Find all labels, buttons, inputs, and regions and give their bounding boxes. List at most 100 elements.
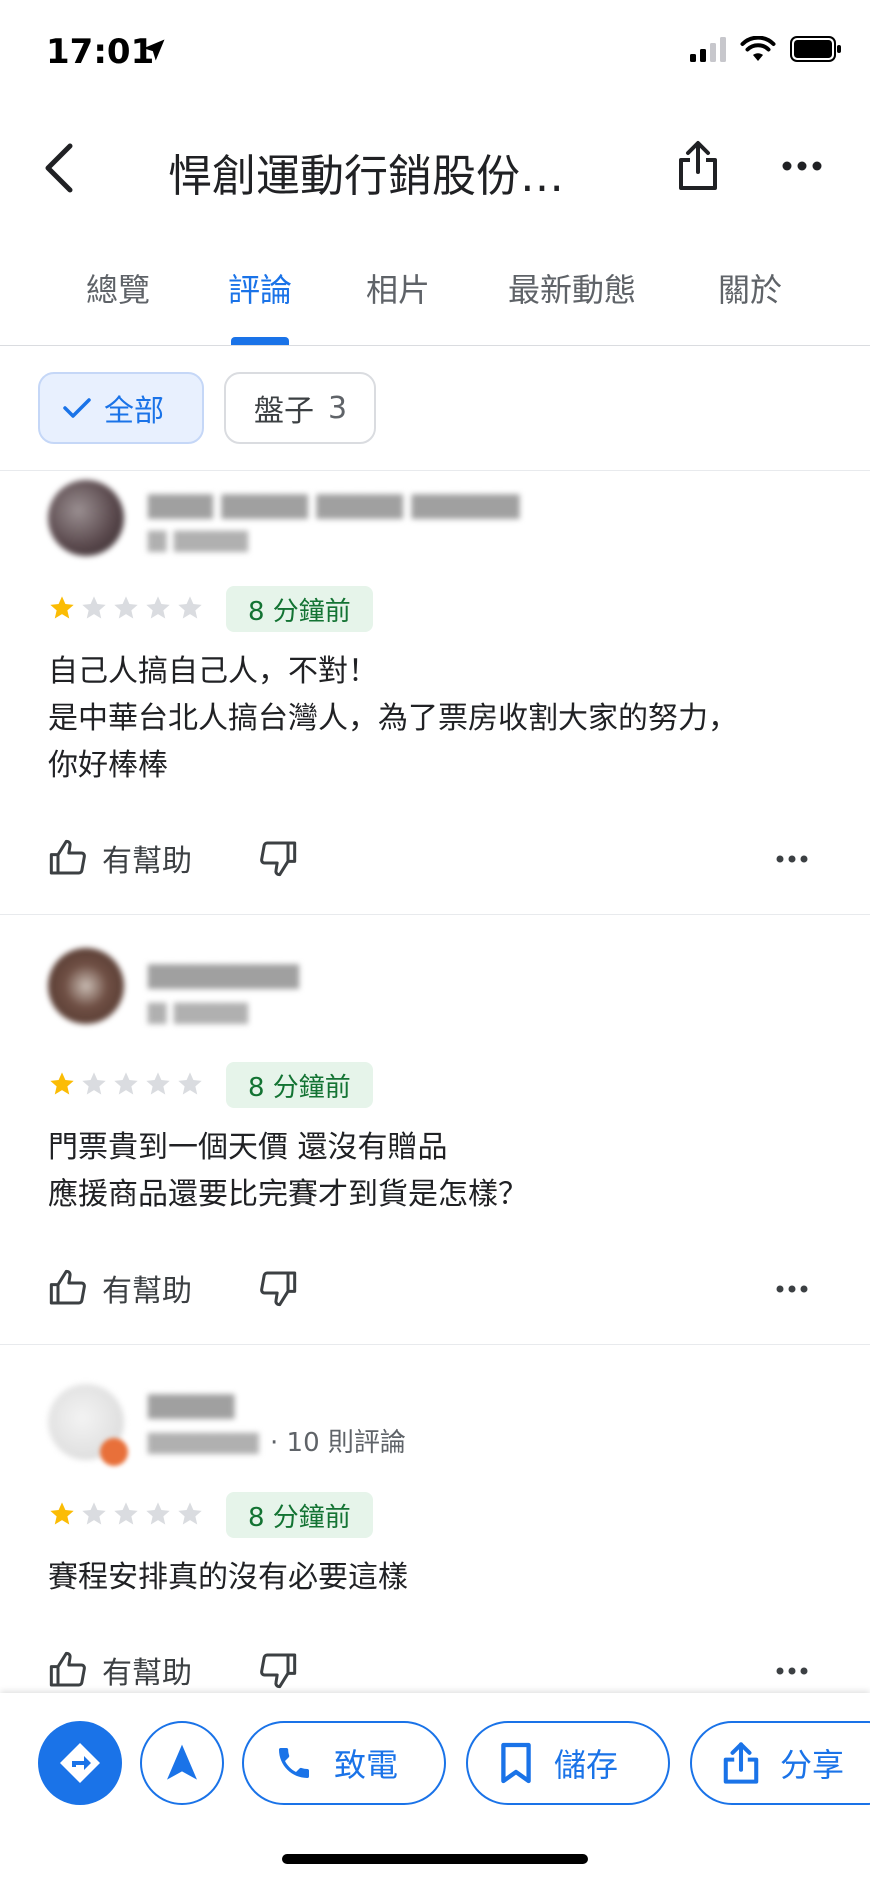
directions-icon (60, 1743, 100, 1783)
header: 悍創運動行銷股份… (0, 110, 870, 230)
status-time: 17:01 (46, 32, 155, 72)
star-empty-icon (178, 1502, 202, 1525)
helpful-button[interactable]: 有幫助 (48, 836, 192, 880)
reviewer-name-blurred[interactable]: ▆▆▆▆ (148, 1386, 234, 1419)
tab-bar: 總覽 評論 相片 最新動態 關於 (0, 255, 870, 346)
tab-reviews[interactable]: 評論 (228, 265, 292, 311)
helpful-label: 有幫助 (102, 1656, 192, 1691)
star-rating (48, 1500, 204, 1528)
share-icon (723, 1742, 759, 1784)
helpful-button[interactable]: 有幫助 (48, 1648, 192, 1692)
thumb-down-icon (260, 1271, 297, 1307)
star-rating (48, 1070, 204, 1098)
share-icon (679, 141, 717, 190)
review-text: 自己人搞自己人，不對！ 是中華台北人搞台灣人，為了票房收割大家的努力， 你好棒棒 (48, 648, 828, 789)
star-empty-icon (146, 1502, 170, 1525)
review-text: 門票貴到一個天價 還沒有贈品 應援商品還要比完賽才到貨是怎樣？ (48, 1124, 828, 1218)
star-empty-icon (178, 596, 202, 619)
tab-indicator (231, 337, 289, 345)
review-more-button[interactable] (776, 1278, 808, 1297)
filter-chip-plate[interactable]: 盤子 3 (224, 372, 376, 444)
call-button[interactable]: 致電 (242, 1721, 446, 1805)
back-button[interactable] (30, 138, 90, 198)
review-time-badge: 8 分鐘前 (226, 1492, 373, 1538)
star-filled-icon (50, 1072, 74, 1095)
save-label: 儲存 (554, 1746, 619, 1784)
review-more-button[interactable] (776, 1660, 808, 1679)
more-horiz-icon (776, 1667, 808, 1675)
more-horiz-icon (776, 1285, 808, 1293)
divider (0, 914, 870, 915)
divider (0, 1344, 870, 1345)
star-empty-icon (178, 1072, 202, 1095)
review-item: ▆▆▆▆ ▆▆▆▆▆▆ · 10 則評論 8 分鐘前 賽程安排真的沒有必要這樣 … (0, 1346, 870, 1692)
more-options-button[interactable] (772, 136, 832, 196)
review-text-line: 門票貴到一個天價 還沒有贈品 (48, 1130, 448, 1165)
tab-overview[interactable]: 總覽 (86, 265, 150, 311)
chevron-left-icon (45, 143, 73, 193)
review-count: · 10 則評論 (270, 1428, 406, 1458)
not-helpful-button[interactable] (258, 838, 298, 882)
more-horiz-icon (776, 855, 808, 863)
star-empty-icon (82, 1502, 106, 1525)
review-text-line: 你好棒棒 (48, 748, 168, 783)
star-empty-icon (114, 596, 138, 619)
more-horiz-icon (782, 161, 822, 171)
review-time-badge: 8 分鐘前 (226, 1062, 373, 1108)
star-rating (48, 594, 204, 622)
reviewer-name-blurred[interactable]: ▆▆▆ ▆▆▆▆ ▆▆▆▆ ▆▆▆▆▆ (148, 486, 519, 519)
battery-icon (790, 36, 842, 66)
not-helpful-button[interactable] (258, 1268, 298, 1312)
review-time-badge: 8 分鐘前 (226, 586, 373, 632)
local-guide-badge-icon (100, 1438, 128, 1466)
thumb-up-icon (49, 839, 86, 875)
avatar[interactable] (48, 948, 124, 1024)
status-bar: 17:01 (0, 0, 870, 110)
phone-icon (279, 1748, 309, 1778)
review-text-line: 賽程安排真的沒有必要這樣 (48, 1560, 408, 1595)
share-place-button[interactable]: 分享 (690, 1721, 870, 1805)
location-arrow-icon (140, 36, 168, 68)
review-item: ▆▆▆ ▆▆▆▆ ▆▆▆▆ ▆▆▆▆▆ ▆ ▆▆▆▆ 8 分鐘前 自己人搞自己人… (0, 472, 870, 912)
filter-all-label: 全部 (104, 394, 164, 429)
star-empty-icon (146, 1072, 170, 1095)
start-navigation-button[interactable] (140, 1721, 224, 1805)
thumb-up-icon (49, 1651, 86, 1687)
reviewer-name-blurred[interactable]: ▆▆▆▆▆▆▆ (148, 956, 299, 989)
tab-updates[interactable]: 最新動態 (508, 265, 636, 311)
save-button[interactable]: 儲存 (466, 1721, 670, 1805)
review-text: 賽程安排真的沒有必要這樣 (48, 1554, 828, 1601)
star-filled-icon (50, 1502, 74, 1525)
signal-icon (690, 36, 726, 66)
star-empty-icon (82, 1072, 106, 1095)
directions-button[interactable] (38, 1721, 122, 1805)
divider (0, 470, 870, 471)
star-empty-icon (82, 596, 106, 619)
reviewer-meta-blurred: ▆ ▆▆▆▆ (148, 524, 248, 552)
home-indicator (282, 1854, 588, 1864)
star-filled-icon (50, 596, 74, 619)
helpful-button[interactable]: 有幫助 (48, 1266, 192, 1310)
star-empty-icon (114, 1072, 138, 1095)
tab-about[interactable]: 關於 (718, 265, 782, 311)
share-button[interactable] (668, 136, 728, 196)
helpful-label: 有幫助 (102, 844, 192, 879)
review-text-line: 自己人搞自己人，不對！ (48, 654, 378, 689)
review-item: ▆▆▆▆▆▆▆ ▆ ▆▆▆▆ 8 分鐘前 門票貴到一個天價 還沒有贈品 應援商品… (0, 916, 870, 1346)
not-helpful-button[interactable] (258, 1650, 298, 1694)
share-label: 分享 (780, 1746, 845, 1784)
status-indicators (690, 35, 842, 66)
tab-photos[interactable]: 相片 (366, 265, 430, 311)
wifi-icon (740, 35, 776, 66)
reviewer-meta-blurred: ▆▆▆▆▆▆ (148, 1426, 259, 1454)
reviewer-meta-blurred: ▆ ▆▆▆▆ (148, 996, 248, 1024)
navigation-arrow-icon (167, 1744, 197, 1780)
filter-plate-label: 盤子 (254, 394, 314, 429)
call-label: 致電 (334, 1746, 399, 1784)
review-more-button[interactable] (776, 848, 808, 867)
thumb-down-icon (260, 841, 297, 877)
avatar[interactable] (48, 480, 124, 556)
filter-chip-all[interactable]: 全部 (38, 372, 204, 444)
check-icon (63, 398, 91, 418)
filter-plate-count: 3 (328, 390, 348, 426)
